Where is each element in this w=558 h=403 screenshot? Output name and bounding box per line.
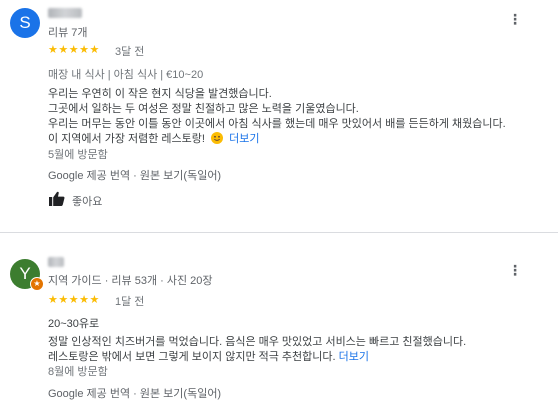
review-text-line: 정말 인상적인 치즈버거를 먹었습니다. 음식은 매우 맛있었고 서비스는 빠르…	[48, 336, 467, 348]
separator-dot: ·	[133, 170, 137, 182]
price-range: 20~30유로	[48, 318, 100, 330]
review-time: 3달 전	[115, 46, 145, 58]
separator-dot: ·	[133, 388, 137, 400]
thumb-up-icon	[49, 191, 65, 206]
review-text-line: 그곳에서 일하는 두 여성은 정말 친절하고 많은 노력을 기울였습니다.	[48, 103, 359, 115]
review-card: S 리뷰 7개 ⋮ ★★★★★ 3달 전 매장 내 식사 | 아침 식사 | €…	[0, 0, 558, 232]
review-tags: 매장 내 식사 | 아침 식사 | €10~20	[48, 69, 204, 81]
view-original-link[interactable]: 원본 보기(독일어)	[140, 170, 221, 182]
reviewer-meta[interactable]: 리뷰 7개	[48, 24, 88, 40]
divider	[0, 232, 558, 233]
review-text-line-last: 레스토랑은 밖에서 보면 그렇게 보이지 않지만 적극 추천합니다. 더보기	[48, 348, 369, 364]
view-original-link[interactable]: 원본 보기(독일어)	[140, 388, 221, 400]
like-label: 좋아요	[72, 196, 103, 208]
reviewer-name-redacted[interactable]	[48, 8, 82, 18]
review-text-line: 레스토랑은 밖에서 보면 그렇게 보이지 않지만 적극 추천합니다.	[48, 351, 336, 363]
smiling-face-emoji	[211, 132, 224, 144]
review-time: 1달 전	[115, 296, 145, 308]
review-text-line: 우리는 머무는 동안 이틀 동안 이곳에서 아침 식사를 했는데 매우 맛있어서…	[48, 118, 506, 130]
visited-date: 5월에 방문함	[48, 149, 108, 161]
visited-date: 8월에 방문함	[48, 366, 108, 378]
review-card: Y ★ 지역 가이드 · 리뷰 53개 · 사진 20장 ⋮ ★★★★★ 1달 …	[0, 244, 558, 403]
translation-row: Google 제공 번역 · 원본 보기(독일어)	[48, 385, 221, 401]
more-vert-icon[interactable]: ⋮	[508, 12, 522, 26]
read-more-link[interactable]: 더보기	[339, 351, 369, 363]
review-text-line: 우리는 우연히 이 작은 현지 식당을 발견했습니다.	[48, 88, 272, 100]
avatar[interactable]: S	[10, 8, 40, 38]
translation-source: Google 제공 번역	[48, 170, 131, 182]
review-text-line: 이 지역에서 가장 저렴한 레스토랑!	[48, 133, 205, 145]
translation-row: Google 제공 번역 · 원본 보기(독일어)	[48, 167, 221, 183]
rating-stars: ★★★★★	[48, 44, 100, 56]
review-text-line-last: 이 지역에서 가장 저렴한 레스토랑! 더보기	[48, 130, 259, 146]
read-more-link[interactable]: 더보기	[229, 133, 259, 145]
rating-stars: ★★★★★	[48, 294, 100, 306]
reviewer-name-redacted[interactable]	[48, 257, 64, 267]
reviewer-meta[interactable]: 지역 가이드 · 리뷰 53개 · 사진 20장	[48, 272, 213, 288]
local-guide-star-icon: ★	[30, 277, 44, 291]
translation-source: Google 제공 번역	[48, 388, 131, 400]
more-vert-icon[interactable]: ⋮	[508, 263, 522, 277]
